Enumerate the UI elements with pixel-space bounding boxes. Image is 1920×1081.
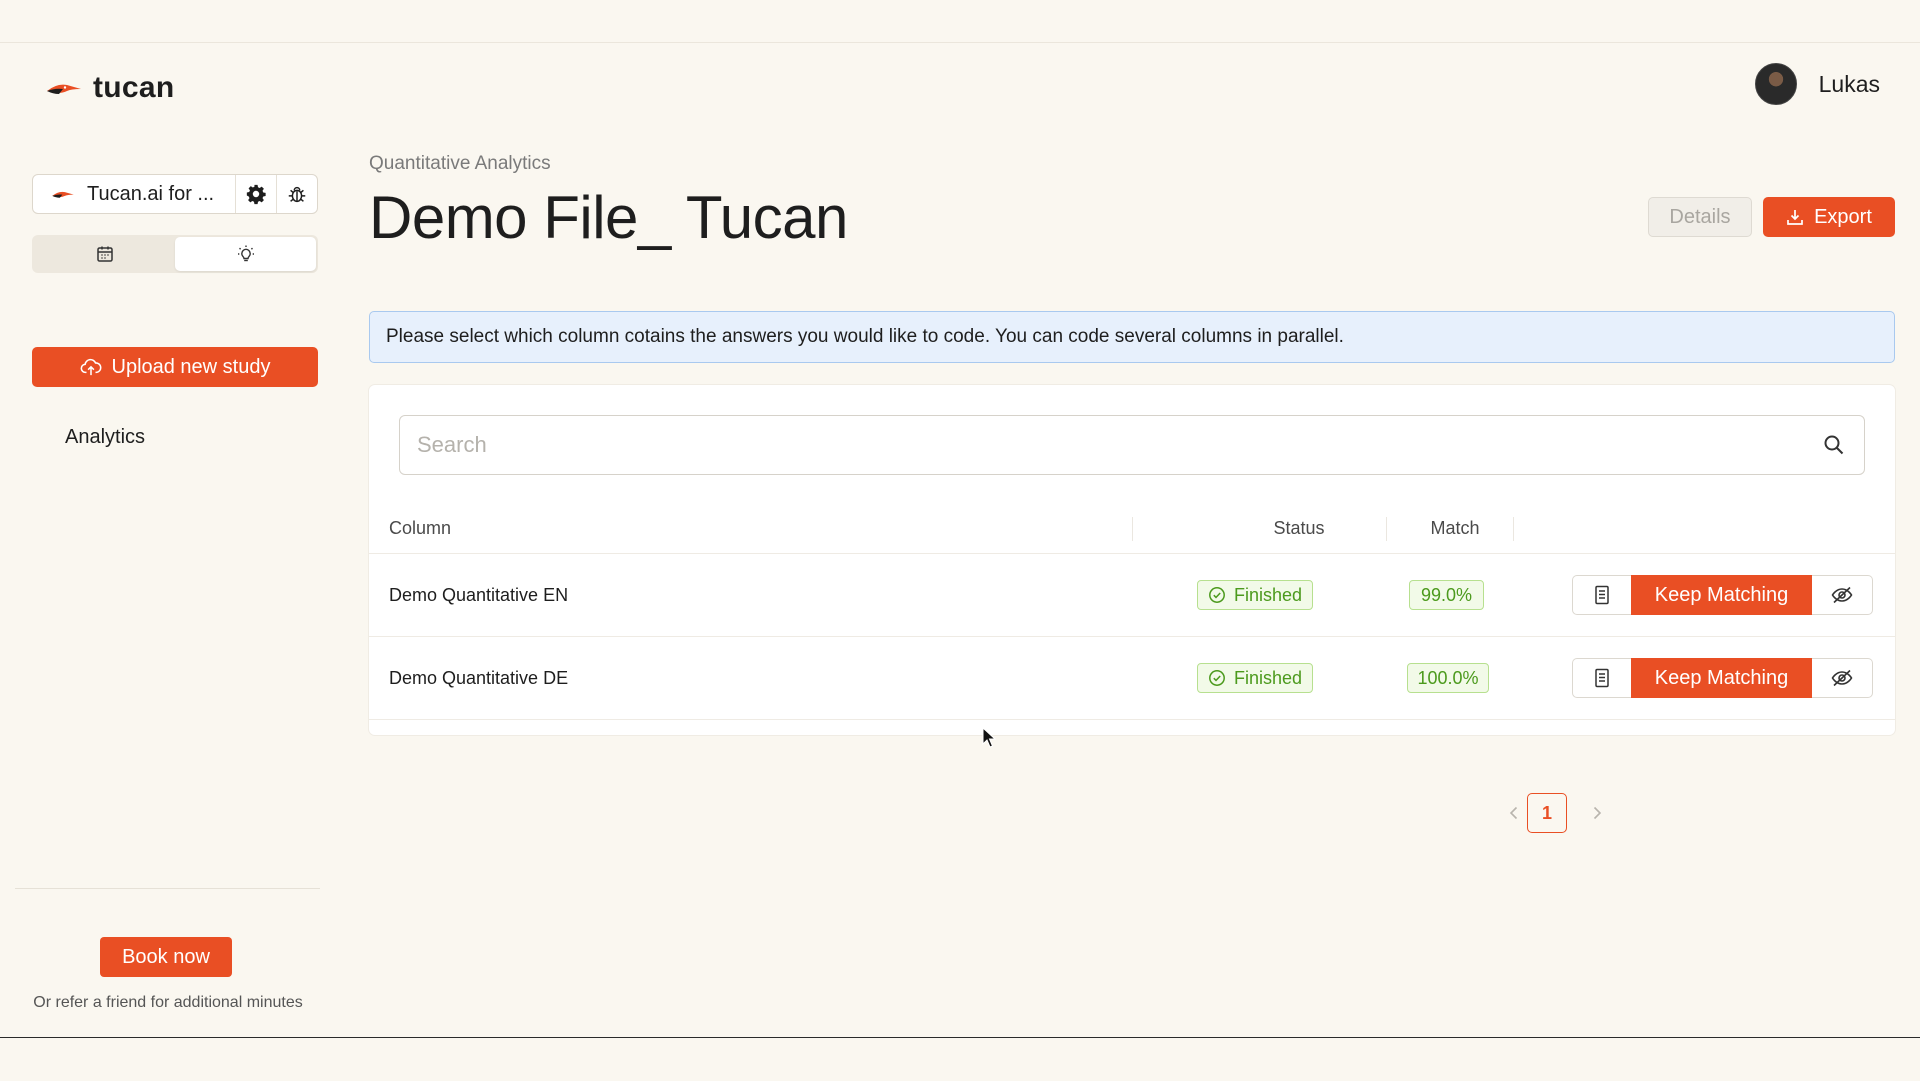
check-circle-icon — [1209, 587, 1225, 603]
insights-view-tab[interactable] — [175, 237, 316, 271]
match-badge: 99.0% — [1409, 580, 1484, 610]
cloud-upload-icon — [80, 358, 101, 376]
header-separator — [1386, 517, 1387, 541]
mouse-cursor-icon — [982, 727, 996, 748]
table-row[interactable]: Demo Quantitative EN Finished 99.0% Keep… — [369, 554, 1895, 637]
hide-column-button[interactable] — [1812, 658, 1873, 698]
column-name: Demo Quantitative DE — [389, 667, 569, 688]
chevron-left-icon — [1509, 806, 1518, 820]
details-button[interactable]: Details — [1648, 197, 1752, 237]
debug-button[interactable] — [277, 175, 317, 213]
user-menu[interactable]: Lukas — [1754, 63, 1880, 105]
check-circle-icon — [1209, 670, 1225, 686]
search-icon[interactable] — [1822, 433, 1846, 457]
window-top-bar — [0, 0, 1920, 43]
eye-off-icon — [1831, 586, 1853, 604]
columns-card: Column Status Match Demo Quantitative EN… — [369, 385, 1895, 833]
search-input[interactable] — [415, 431, 1822, 459]
export-label: Export — [1814, 205, 1872, 228]
view-toggle — [32, 235, 318, 273]
hide-column-button[interactable] — [1812, 575, 1873, 615]
workspace-label: Tucan.ai for ... — [87, 182, 215, 205]
table-row[interactable]: Demo Quantitative DE Finished 100.0% Kee… — [369, 637, 1895, 720]
calendar-view-tab[interactable] — [34, 237, 175, 271]
toucan-logo-icon — [52, 191, 74, 198]
export-button[interactable]: Export — [1763, 197, 1895, 237]
lightbulb-icon — [237, 245, 254, 262]
book-now-button[interactable]: Book now — [100, 937, 232, 977]
refer-friend-text: Or refer a friend for additional minutes — [33, 994, 303, 1011]
calendar-icon — [96, 246, 113, 262]
breadcrumb[interactable]: Quantitative Analytics — [369, 153, 551, 175]
page-number-button[interactable]: 1 — [1527, 793, 1567, 833]
workspace-selector: Tucan.ai for ... — [32, 174, 318, 214]
table-header: Column Status Match — [369, 503, 1895, 554]
bug-icon — [288, 186, 306, 203]
sidebar-divider — [15, 888, 320, 889]
document-icon — [1595, 668, 1609, 688]
keep-matching-button[interactable]: Keep Matching — [1631, 575, 1812, 615]
page-title: Demo File_ Tucan — [369, 184, 848, 251]
document-icon — [1595, 585, 1609, 605]
sidebar-item-analytics[interactable]: Analytics — [65, 426, 145, 449]
toucan-logo-icon — [47, 84, 81, 94]
status-label: Finished — [1233, 667, 1303, 688]
status-badge: Finished — [1197, 580, 1313, 610]
user-name: Lukas — [1818, 70, 1880, 97]
info-banner: Please select which column cotains the a… — [369, 311, 1895, 363]
status-label: Finished — [1233, 584, 1303, 605]
pagination: 1 — [369, 793, 1895, 833]
next-page-button[interactable] — [1582, 793, 1612, 833]
header-separator — [1132, 517, 1133, 541]
column-header-status: Status — [1273, 517, 1325, 538]
app-name: tucan — [93, 71, 175, 104]
header-separator — [1513, 517, 1514, 541]
workspace-dropdown[interactable]: Tucan.ai for ... — [33, 175, 236, 213]
search-box — [399, 415, 1865, 475]
window-bottom-bar — [0, 1037, 1920, 1081]
view-document-button[interactable] — [1572, 658, 1631, 698]
row-actions: Keep Matching — [1572, 658, 1873, 698]
previous-page-button[interactable] — [1499, 793, 1529, 833]
upload-label: Upload new study — [111, 355, 271, 378]
app-root: tucan Lukas Tucan.ai for ... Upload new … — [0, 43, 1920, 1037]
avatar[interactable] — [1754, 63, 1797, 105]
column-name: Demo Quantitative EN — [389, 584, 569, 605]
chevron-right-icon — [1593, 806, 1602, 820]
keep-matching-button[interactable]: Keep Matching — [1631, 658, 1812, 698]
column-header-column: Column — [389, 517, 452, 538]
status-badge: Finished — [1197, 663, 1313, 693]
gear-icon — [246, 184, 266, 205]
eye-off-icon — [1831, 669, 1853, 687]
match-badge: 100.0% — [1407, 663, 1489, 693]
app-logo[interactable]: tucan — [45, 71, 175, 105]
view-document-button[interactable] — [1572, 575, 1631, 615]
upload-new-study-button[interactable]: Upload new study — [32, 347, 318, 387]
row-actions: Keep Matching — [1572, 575, 1873, 615]
settings-button[interactable] — [236, 175, 277, 213]
column-header-match: Match — [1430, 517, 1480, 538]
download-icon — [1787, 210, 1803, 225]
